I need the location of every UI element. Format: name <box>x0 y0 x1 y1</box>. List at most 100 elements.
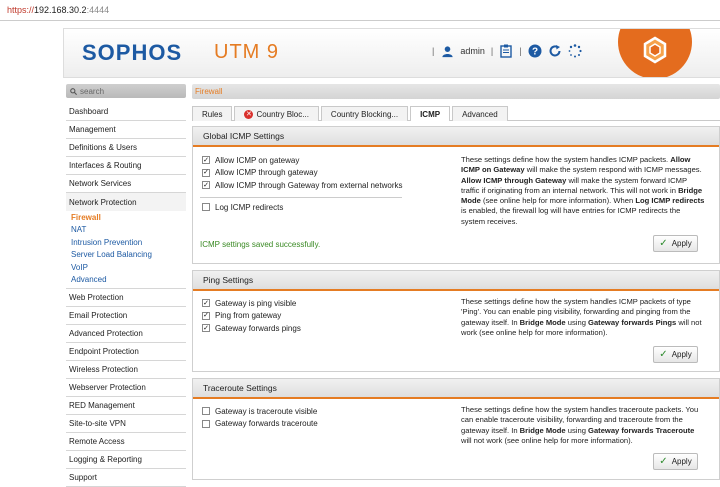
username[interactable]: admin <box>460 46 485 56</box>
tab-label: Rules <box>202 109 223 119</box>
ping-description: These settings define how the system han… <box>461 297 702 337</box>
sidebar-item-webserver-protection[interactable]: Webserver Protection <box>66 379 186 397</box>
option-gateway-forwards-pings[interactable]: ✓ Gateway forwards pings <box>202 322 301 335</box>
spinner-icon <box>568 44 582 58</box>
tab-advanced[interactable]: Advanced <box>452 106 508 121</box>
tab-label: Advanced <box>462 109 498 119</box>
sidebar-item-site-to-site-vpn[interactable]: Site-to-site VPN <box>66 415 186 433</box>
checkbox[interactable] <box>202 407 210 416</box>
sidebar-item-red-management[interactable]: RED Management <box>66 397 186 415</box>
help-icon[interactable]: ? <box>528 44 542 58</box>
sidebar-nav: Dashboard Management Definitions & Users… <box>66 103 186 487</box>
option-allow-icmp-external[interactable]: ✓ Allow ICMP through Gateway from externa… <box>202 179 402 192</box>
option-allow-icmp-through-gateway[interactable]: ✓ Allow ICMP through gateway <box>202 167 402 180</box>
url-scheme: https:// <box>7 5 35 15</box>
sidebar-item-web-protection[interactable]: Web Protection <box>66 289 186 307</box>
panel-title: Traceroute Settings <box>193 379 719 399</box>
tab-bar: Rules ✕ Country Bloc... Country Blocking.… <box>192 106 720 121</box>
tab-label: Country Blocking... <box>330 109 399 119</box>
tab-country-blocking-exceptions[interactable]: Country Blocking... <box>320 106 409 121</box>
check-icon: ✓ <box>659 238 668 249</box>
global-icmp-log-options: Log ICMP redirects <box>202 201 283 214</box>
checkbox[interactable]: ✓ <box>202 299 210 308</box>
search-placeholder: search <box>80 86 105 96</box>
option-gateway-traceroute-visible[interactable]: Gateway is traceroute visible <box>202 405 318 418</box>
tab-label: Country Bloc... <box>256 109 309 119</box>
global-icmp-description: These settings define how the system han… <box>461 155 705 226</box>
global-icmp-panel: Global ICMP Settings ✓ Allow ICMP on gate… <box>192 126 720 264</box>
subitem-server-load-balancing[interactable]: Server Load Balancing <box>71 249 186 262</box>
sidebar-item-endpoint-protection[interactable]: Endpoint Protection <box>66 343 186 361</box>
search-input[interactable]: search <box>66 84 186 98</box>
apply-label: Apply <box>671 457 692 466</box>
sidebar-item-interfaces-routing[interactable]: Interfaces & Routing <box>66 157 186 175</box>
separator: | <box>432 46 435 56</box>
sidebar-item-wireless-protection[interactable]: Wireless Protection <box>66 361 186 379</box>
brand-logo: SOPHOS <box>82 40 183 65</box>
divider <box>200 197 402 198</box>
svg-text:?: ? <box>531 47 537 58</box>
panel-body: ✓ Allow ICMP on gateway ✓ Allow ICMP throu… <box>193 147 719 263</box>
sophos-emblem <box>618 29 692 77</box>
check-icon: ✓ <box>659 456 668 467</box>
option-allow-icmp-on-gateway[interactable]: ✓ Allow ICMP on gateway <box>202 154 402 167</box>
apply-label: Apply <box>671 239 692 248</box>
option-label: Allow ICMP on gateway <box>215 155 300 165</box>
sidebar-item-advanced-protection[interactable]: Advanced Protection <box>66 325 186 343</box>
search-icon <box>70 87 77 95</box>
tab-rules[interactable]: Rules <box>192 106 233 121</box>
checkbox[interactable]: ✓ <box>202 168 210 177</box>
apply-button[interactable]: ✓ Apply <box>653 453 698 470</box>
sidebar-item-dashboard[interactable]: Dashboard <box>66 103 186 121</box>
apply-button[interactable]: ✓ Apply <box>653 235 698 252</box>
tab-icmp[interactable]: ICMP <box>410 106 451 121</box>
option-log-icmp-redirects[interactable]: Log ICMP redirects <box>202 201 283 214</box>
sidebar-item-email-protection[interactable]: Email Protection <box>66 307 186 325</box>
subitem-voip[interactable]: VoIP <box>71 261 186 274</box>
separator: | <box>490 46 494 56</box>
tab-country-blocking[interactable]: ✕ Country Bloc... <box>234 106 319 121</box>
option-label: Gateway forwards pings <box>215 323 301 333</box>
url-host: 192.168.30.2 <box>34 5 87 15</box>
sidebar-item-support[interactable]: Support <box>66 469 186 487</box>
option-label: Gateway is traceroute visible <box>215 406 318 416</box>
checkbox[interactable]: ✓ <box>202 324 210 333</box>
apply-button[interactable]: ✓ Apply <box>653 346 698 363</box>
checkbox[interactable]: ✓ <box>202 311 210 320</box>
sidebar-item-logging-reporting[interactable]: Logging & Reporting <box>66 451 186 469</box>
sidebar-item-management[interactable]: Management <box>66 121 186 139</box>
traceroute-description: These settings define how the system han… <box>461 405 699 445</box>
option-label: Ping from gateway <box>215 311 282 321</box>
checkbox[interactable]: ✓ <box>202 156 210 165</box>
ping-settings-panel: Ping Settings ✓ Gateway is ping visible ✓… <box>192 270 720 372</box>
ping-options: ✓ Gateway is ping visible ✓ Ping from gate… <box>202 297 301 335</box>
panel-title: Ping Settings <box>193 271 719 291</box>
user-icon[interactable] <box>440 44 454 58</box>
sidebar-item-network-services[interactable]: Network Services <box>66 175 186 193</box>
checkbox[interactable]: ✓ <box>202 181 210 190</box>
option-label: Gateway forwards traceroute <box>215 419 318 429</box>
checkbox[interactable] <box>202 203 210 212</box>
option-label: Log ICMP redirects <box>215 202 284 212</box>
check-icon: ✓ <box>659 349 668 360</box>
traceroute-settings-panel: Traceroute Settings Gateway is tracerout… <box>192 378 720 480</box>
clipboard-icon[interactable] <box>499 44 513 58</box>
subitem-advanced[interactable]: Advanced <box>71 274 186 287</box>
checkbox[interactable] <box>202 419 210 428</box>
sidebar-item-definitions-users[interactable]: Definitions & Users <box>66 139 186 157</box>
option-gateway-forwards-traceroute[interactable]: Gateway forwards traceroute <box>202 418 318 431</box>
apply-label: Apply <box>671 350 692 359</box>
address-bar[interactable]: https://192.168.30.2:4444 <box>0 0 720 21</box>
app-header: SOPHOS UTM 9 | admin | | ? <box>63 28 720 78</box>
reload-icon[interactable] <box>548 44 562 58</box>
main-content: Firewall Rules ✕ Country Bloc... Country … <box>192 84 720 480</box>
sidebar-item-remote-access[interactable]: Remote Access <box>66 433 186 451</box>
tab-label: ICMP <box>420 109 441 119</box>
subitem-firewall[interactable]: Firewall <box>71 211 186 224</box>
option-gateway-ping-visible[interactable]: ✓ Gateway is ping visible <box>202 297 301 310</box>
sidebar-item-network-protection[interactable]: Network Protection <box>66 193 186 211</box>
subitem-nat[interactable]: NAT <box>71 224 186 237</box>
option-ping-from-gateway[interactable]: ✓ Ping from gateway <box>202 310 301 323</box>
subitem-intrusion-prevention[interactable]: Intrusion Prevention <box>71 236 186 249</box>
header-tools: | admin | | ? <box>432 44 582 58</box>
